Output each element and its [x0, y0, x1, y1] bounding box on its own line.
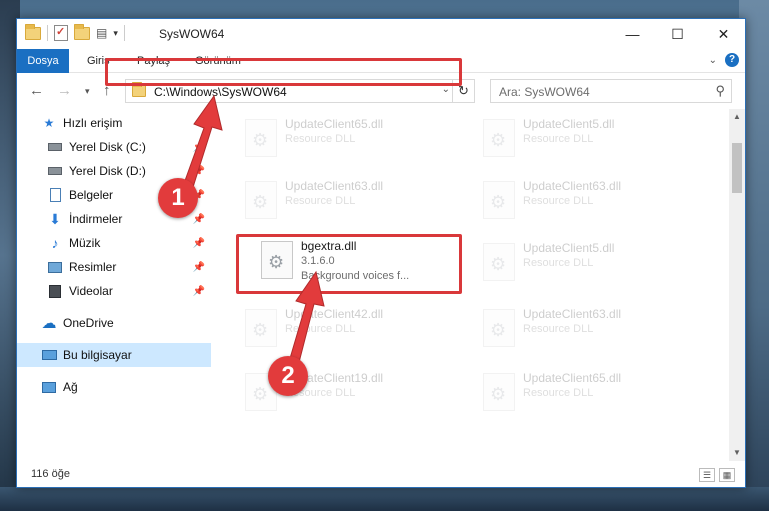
step-2-badge: 2: [268, 356, 308, 396]
step-1-badge: 1: [158, 178, 198, 218]
annotation-arrows: [177, 94, 325, 375]
